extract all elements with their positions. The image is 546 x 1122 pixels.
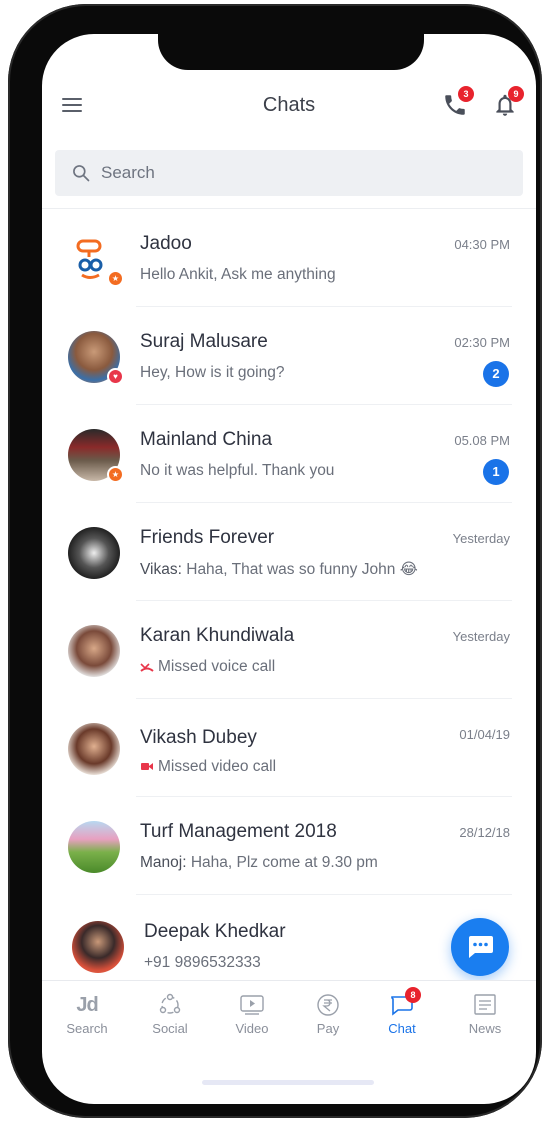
home-indicator[interactable]: [202, 1080, 374, 1085]
news-icon: [472, 993, 498, 1017]
chat-preview: Missed video call: [140, 758, 276, 776]
chat-name: Vikash Dubey: [140, 727, 257, 748]
nav-label: News: [468, 1021, 502, 1036]
search-input[interactable]: [101, 150, 501, 196]
chat-name: Deepak Khedkar: [144, 921, 286, 942]
app-screen: Chats 3 9 ★: [42, 34, 536, 1104]
avatar: ♥: [68, 331, 124, 385]
chat-preview: No it was helpful. Thank you: [140, 462, 335, 479]
jd-logo-icon: Jd: [76, 994, 98, 1016]
chat-time: 01/04/19: [459, 727, 510, 742]
nav-search[interactable]: Jd Search: [52, 993, 122, 1036]
heart-badge: ♥: [107, 368, 124, 385]
nav-video[interactable]: Video: [217, 993, 287, 1036]
nav-social[interactable]: Social: [135, 993, 205, 1036]
search-icon: [73, 165, 90, 182]
avatar: [68, 527, 120, 579]
chat-time: Yesterday: [452, 629, 510, 644]
avatar: [68, 723, 120, 775]
nav-label: Pay: [316, 1021, 340, 1036]
avatar: [68, 821, 120, 873]
chat-preview: Manoj: Haha, Plz come at 9.30 pm: [140, 854, 378, 872]
chat-row-suraj[interactable]: ♥ Suraj Malusare Hey, How is it going? 0…: [42, 307, 536, 405]
bottom-nav: Jd Search Social Video Pay 8 Chat News: [42, 980, 536, 1046]
chat-time: 28/12/18: [459, 825, 510, 840]
chat-row-karan[interactable]: Karan Khundiwala Missed voice call Yeste…: [42, 601, 536, 699]
chat-name: Mainland China: [140, 429, 273, 450]
chat-time: 05.08 PM: [454, 433, 510, 448]
chat-name: Karan Khundiwala: [140, 625, 295, 646]
chat-preview-text: Missed voice call: [158, 658, 276, 675]
nav-label: Search: [66, 1021, 108, 1036]
avatar: [72, 921, 124, 973]
chat-sender: Vikas:: [140, 561, 182, 578]
new-chat-button[interactable]: [451, 918, 509, 976]
search-bar[interactable]: [55, 150, 523, 196]
chat-badge: 8: [405, 987, 421, 1003]
chat-time: Yesterday: [452, 531, 510, 546]
chat-row-mainland-china[interactable]: ★ Mainland China No it was helpful. Than…: [42, 405, 536, 503]
avatar: ★: [68, 429, 124, 483]
verified-badge: ★: [107, 270, 124, 287]
chat-preview: Missed voice call: [140, 658, 275, 676]
chat-sender: Manoj:: [140, 854, 187, 871]
avatar: ★: [68, 233, 124, 287]
unread-badge: 2: [483, 361, 509, 387]
chat-preview: Vikas: Haha, That was so funny John 😂: [140, 560, 418, 579]
video-icon: [239, 993, 265, 1017]
nav-chat[interactable]: 8 Chat: [367, 987, 437, 1036]
rupee-icon: [315, 993, 341, 1017]
chat-row-jadoo[interactable]: ★ Jadoo Hello Ankit, Ask me anything 04:…: [42, 209, 536, 307]
chat-preview: +91 9896532333: [144, 954, 261, 971]
device-notch: [158, 34, 424, 70]
chat-icon: 8: [389, 987, 421, 1017]
calls-button[interactable]: 3: [442, 86, 474, 118]
chat-name: Turf Management 2018: [140, 821, 337, 842]
chat-preview: Hello Ankit, Ask me anything: [140, 266, 336, 283]
notifications-badge: 9: [508, 86, 524, 102]
chat-name: Jadoo: [140, 233, 192, 254]
chat-row-friends-forever[interactable]: Friends Forever Vikas: Haha, That was so…: [42, 503, 536, 601]
verified-badge: ★: [107, 466, 124, 483]
nav-label: Social: [152, 1021, 188, 1036]
notifications-button[interactable]: 9: [492, 86, 524, 118]
chat-preview-text: Haha, That was so funny John 😂: [181, 561, 418, 578]
nav-news[interactable]: News: [450, 993, 520, 1036]
chat-name: Friends Forever: [140, 527, 275, 548]
unread-badge: 1: [483, 459, 509, 485]
nav-label: Chat: [388, 1021, 416, 1036]
missed-call-icon: [140, 663, 154, 672]
chat-row-turf-management[interactable]: Turf Management 2018 Manoj: Haha, Plz co…: [42, 797, 536, 895]
chat-preview-text: Missed video call: [158, 758, 277, 775]
chat-time: 02:30 PM: [454, 335, 510, 350]
chat-row-vikash[interactable]: Vikash Dubey Missed video call 01/04/19: [42, 699, 536, 797]
social-icon: [157, 993, 183, 1017]
chat-bubble-icon: [469, 936, 493, 958]
chat-preview: Hey, How is it going?: [140, 364, 285, 381]
missed-video-icon: [141, 763, 153, 770]
chat-time: 04:30 PM: [454, 237, 510, 252]
nav-label: Video: [235, 1021, 269, 1036]
app-header: Chats 3 9: [42, 84, 536, 128]
calls-badge: 3: [458, 86, 474, 102]
avatar: [68, 625, 120, 677]
nav-pay[interactable]: Pay: [293, 993, 363, 1036]
chat-preview-text: Haha, Plz come at 9.30 pm: [186, 854, 378, 871]
chat-name: Suraj Malusare: [140, 331, 268, 352]
phone-frame: Chats 3 9 ★: [8, 4, 542, 1118]
